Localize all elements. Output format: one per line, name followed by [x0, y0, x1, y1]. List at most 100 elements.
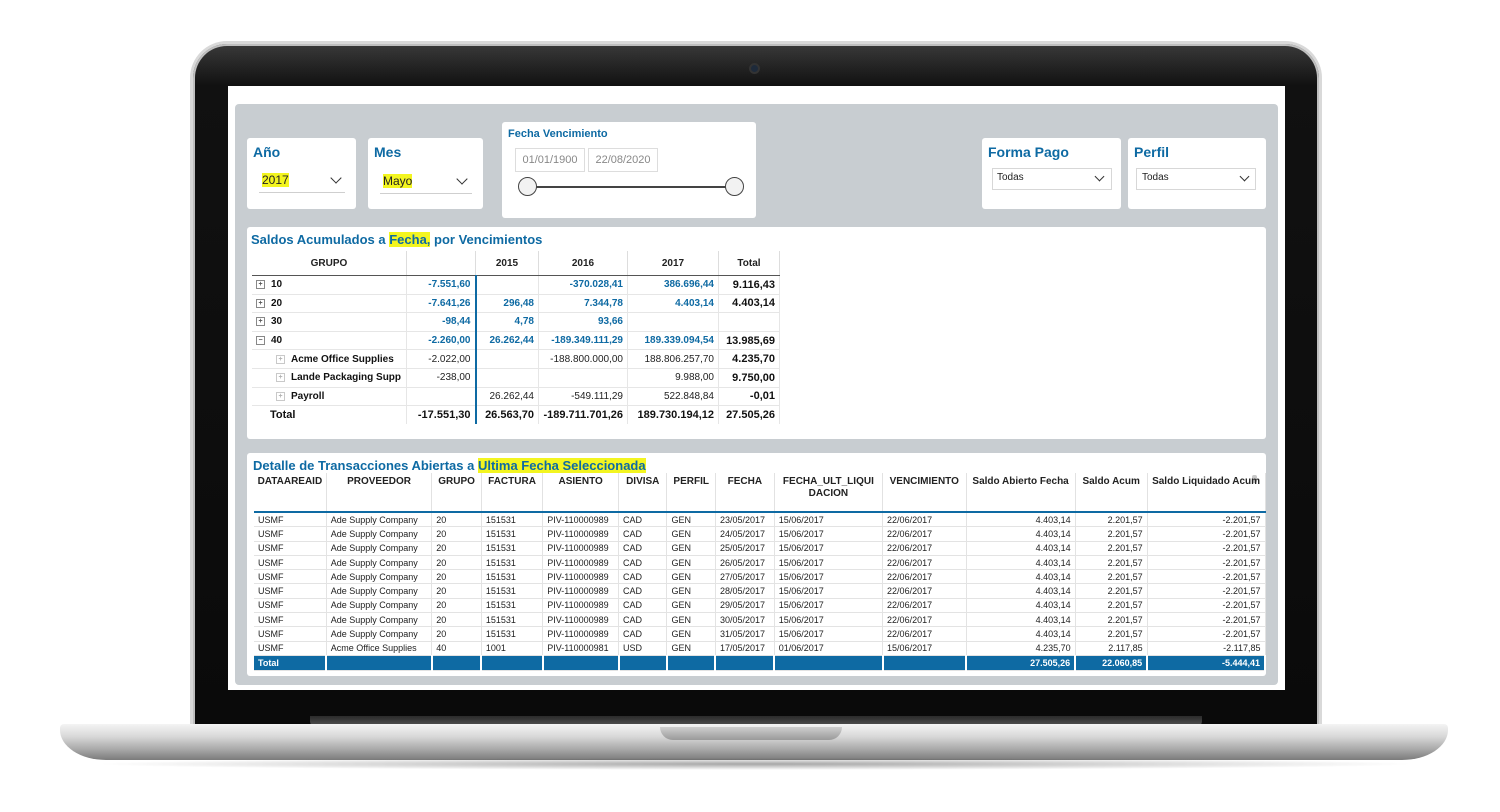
detail-cell: PIV-110000981 [542, 641, 620, 656]
detail-cell: USMF [254, 526, 327, 542]
detail-cell: 20 [431, 526, 482, 542]
slicer-mes-title: Mes [374, 144, 402, 160]
matrix-title-suffix: por Vencimientos [430, 232, 543, 247]
detail-header-11[interactable]: Saldo Acum [1075, 473, 1148, 513]
expand-icon[interactable]: − [256, 335, 265, 345]
detail-header-9[interactable]: VENCIMIENTO [882, 473, 967, 513]
detail-cell: 27/05/2017 [715, 569, 775, 585]
date-slider-track[interactable] [527, 186, 737, 188]
matrix-title-prefix: Saldos Acumulados a [251, 232, 390, 247]
detail-cell: USMF [254, 641, 327, 656]
slicer-mes-dropdown[interactable]: Mayo [378, 170, 474, 190]
detail-cell: 4.403,14 [966, 569, 1076, 585]
table-row[interactable]: USMF Ade Supply Company 20 151531 PIV-110000… [254, 598, 1266, 614]
detail-header-0[interactable]: DATAAREAID [254, 473, 327, 513]
date-slider-start-handle[interactable] [518, 177, 537, 196]
matrix-header-blank[interactable] [406, 251, 476, 276]
table-row[interactable]: USMF Ade Supply Company 20 151531 PIV-110000… [254, 555, 1266, 571]
detail-header-4[interactable]: ASIENTO [542, 473, 620, 513]
detail-cell: 20 [431, 598, 482, 614]
detail-header-1[interactable]: PROVEEDOR [326, 473, 433, 513]
slicer-mes: Mes Mayo [368, 138, 483, 209]
slicer-ano-dropdown[interactable]: 2017 [257, 170, 347, 190]
detail-cell: 2.201,57 [1075, 612, 1148, 628]
matrix-row-label-text: Payroll [291, 390, 325, 402]
detail-cell: 31/05/2017 [715, 626, 775, 642]
detail-header-5[interactable]: DIVISA [618, 473, 668, 513]
detail-cell: PIV-110000989 [542, 626, 620, 642]
detail-cell: 28/05/2017 [715, 583, 775, 599]
matrix-row-label: +20 [252, 294, 407, 314]
slicer-perfil-title: Perfil [1134, 144, 1170, 160]
detail-header-3[interactable]: FACTURA [481, 473, 544, 513]
expand-icon[interactable]: + [276, 373, 285, 383]
detail-cell: CAD [618, 612, 668, 628]
matrix-row-label-text: Acme Office Supplies [291, 353, 394, 365]
expand-icon[interactable]: + [276, 354, 285, 364]
detail-cell: 15/06/2017 [774, 555, 884, 571]
detail-header-6[interactable]: PERFIL [666, 473, 716, 513]
detail-cell: Ade Supply Company [326, 598, 433, 614]
slicer-forma-pago-dropdown[interactable]: Todas [992, 168, 1112, 190]
table-row[interactable]: USMF Ade Supply Company 20 151531 PIV-110000… [254, 583, 1266, 599]
table-row[interactable]: USMF Ade Supply Company 20 151531 PIV-110000… [254, 541, 1266, 556]
detail-cell: 4.403,14 [966, 541, 1076, 556]
detail-header-2[interactable]: GRUPO [431, 473, 482, 513]
matrix-header-2016[interactable]: 2016 [538, 251, 628, 276]
detail-cell: 15/06/2017 [774, 612, 884, 628]
matrix-row: +30 -98,44 4,78 93,66 [252, 312, 780, 332]
detail-title-prefix: Detalle de Transacciones Abiertas a [253, 458, 478, 473]
matrix-row: −40 -2.260,00 26.262,44 -189.349.111,29 189.… [252, 331, 780, 351]
detail-cell: -2.201,57 [1147, 626, 1266, 642]
detail-cell: CAD [618, 598, 668, 614]
slicer-ano-underline [259, 192, 345, 193]
expand-icon[interactable]: + [256, 280, 265, 290]
matrix-header-total[interactable]: Total [718, 251, 780, 276]
matrix-header-grupo[interactable]: GRUPO [252, 251, 407, 276]
table-row[interactable]: USMF Ade Supply Company 20 151531 PIV-110000… [254, 569, 1266, 585]
detail-cell: PIV-110000989 [542, 512, 620, 528]
detail-header-10[interactable]: Saldo Abierto Fecha [966, 473, 1076, 513]
detail-header-12[interactable]: Saldo Liquidado Acum [1147, 473, 1266, 513]
table-row[interactable]: USMF Ade Supply Company 20 151531 PIV-110000… [254, 512, 1266, 528]
detail-cell: PIV-110000989 [542, 541, 620, 556]
matrix-row-label-text: 20 [271, 297, 283, 309]
detail-cell: Ade Supply Company [326, 555, 433, 571]
date-end-input[interactable]: 22/08/2020 [588, 148, 658, 172]
matrix-header-2017[interactable]: 2017 [627, 251, 719, 276]
detail-header-7[interactable]: FECHA [715, 473, 775, 513]
table-row[interactable]: USMF Acme Office Supplies 40 1001 PIV-110000… [254, 641, 1266, 656]
detail-cell: GEN [666, 512, 716, 528]
matrix-cell: 4.403,14 [627, 294, 719, 314]
expand-icon[interactable]: + [276, 391, 285, 401]
matrix-cell: 93,66 [538, 312, 628, 332]
matrix-header-2015[interactable]: 2015 [475, 251, 539, 276]
date-slider-end-handle[interactable] [725, 177, 744, 196]
detail-cell: 22/06/2017 [882, 512, 967, 528]
webcam-icon [749, 63, 760, 74]
table-row[interactable]: USMF Ade Supply Company 20 151531 PIV-110000… [254, 612, 1266, 628]
detail-cell: 30/05/2017 [715, 612, 775, 628]
detail-cell: 4.403,14 [966, 598, 1076, 614]
matrix-row-total: 4.403,14 [718, 294, 780, 314]
expand-icon[interactable]: + [256, 298, 265, 308]
chevron-down-icon [1094, 171, 1105, 182]
detail-cell: 20 [431, 569, 482, 585]
date-start-input[interactable]: 01/01/1900 [515, 148, 585, 172]
detail-cell: -2.201,57 [1147, 526, 1266, 542]
detail-cell: 2.201,57 [1075, 526, 1148, 542]
matrix-cell: -238,00 [406, 368, 477, 388]
matrix-cell: -7.641,26 [406, 294, 477, 314]
detail-cell: 2.201,57 [1075, 512, 1148, 528]
detail-total-saldo-abierto: 27.505,26 [966, 655, 1077, 671]
table-row[interactable]: USMF Ade Supply Company 20 151531 PIV-110000… [254, 626, 1266, 642]
matrix-row-label-text: 10 [271, 279, 283, 291]
slicer-mes-value: Mayo [383, 174, 413, 188]
slicer-perfil-dropdown[interactable]: Todas [1136, 168, 1256, 190]
expand-icon[interactable]: + [256, 317, 265, 327]
matrix-row: +10 -7.551,60 -370.028,41 386.696,44 9.116,4… [252, 275, 780, 295]
table-row[interactable]: USMF Ade Supply Company 20 151531 PIV-110000… [254, 526, 1266, 542]
matrix-row-label: + Lande Packaging Supp [252, 368, 407, 388]
detail-header-8[interactable]: FECHA_ULT_LIQUI DACION [774, 473, 884, 513]
detail-cell: GEN [666, 526, 716, 542]
